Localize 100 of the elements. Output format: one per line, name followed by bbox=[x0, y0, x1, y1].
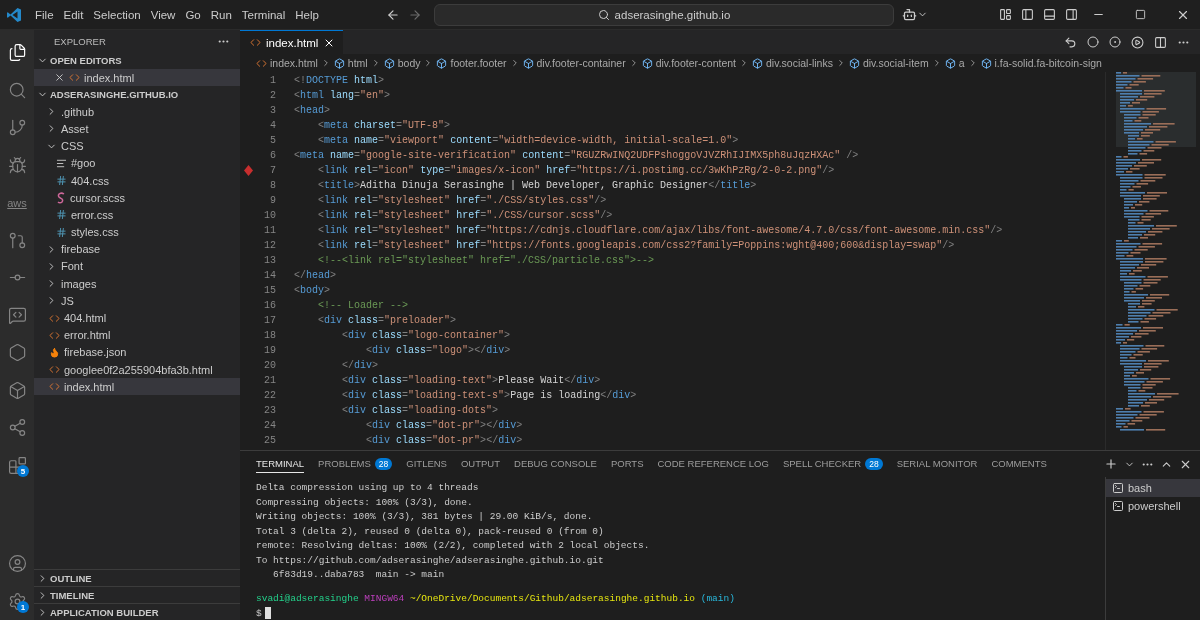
panel-tab[interactable]: GITLENS bbox=[406, 455, 447, 473]
line-number: 6 bbox=[269, 150, 276, 161]
code-line: <link rel="stylesheet" href="./CSS/styles.css"/> bbox=[317, 195, 607, 206]
explorer-entry[interactable]: 404.css bbox=[34, 171, 240, 190]
terminal-line: Compressing objects: 100% (3/3), done. bbox=[256, 495, 474, 510]
section-header[interactable]: APPLICATION BUILDER bbox=[34, 603, 240, 620]
folder-item[interactable]: firebase bbox=[34, 240, 240, 258]
code-line: </div> bbox=[341, 360, 379, 371]
folder-item[interactable]: .github bbox=[34, 103, 240, 121]
code-line: <div class="preloader"> bbox=[317, 315, 457, 326]
line-number: 4 bbox=[269, 120, 276, 131]
breadcrumb[interactable]: index.html bbox=[270, 57, 318, 69]
line-number: 23 bbox=[263, 405, 276, 416]
code-line: <link rel="icon" type="images/x-icon" href="https://i.postimg.cc/3wKhPzRg/2-0-2.png"/> bbox=[317, 165, 835, 176]
breadcrumb[interactable]: div.footer-container bbox=[536, 57, 626, 69]
explorer-entry[interactable]: googlee0f2a255904bfa3b.html bbox=[34, 361, 240, 379]
breadcrumb[interactable]: html bbox=[347, 57, 368, 69]
explorer-entry[interactable]: error.css bbox=[34, 206, 240, 224]
line-number: 15 bbox=[263, 285, 276, 296]
panel-tab[interactable]: CODE REFERENCE LOG bbox=[657, 455, 769, 473]
count-badge: 28 bbox=[374, 457, 393, 470]
code-line: <link rel="stylesheet" href="./CSS/cursor.scss"/> bbox=[317, 210, 613, 221]
line-number: 1 bbox=[269, 75, 276, 86]
panel-tab[interactable]: PROBLEMS 28 bbox=[318, 455, 393, 473]
code-line: <html lang="en"> bbox=[294, 90, 391, 101]
line-number: 20 bbox=[263, 360, 276, 371]
explorer-entry[interactable]: styles.css bbox=[34, 223, 240, 241]
line-number: 19 bbox=[263, 345, 276, 356]
terminal-session[interactable]: bash bbox=[1106, 479, 1200, 497]
line-number: 10 bbox=[263, 210, 276, 221]
explorer-entry[interactable]: error.html bbox=[34, 326, 240, 344]
menu-item[interactable]: Go bbox=[180, 8, 206, 21]
line-number: 22 bbox=[263, 390, 276, 401]
explorer-entry[interactable]: firebase.json bbox=[34, 343, 240, 361]
panel-tab[interactable]: TERMINAL bbox=[256, 455, 305, 473]
code-line: </head> bbox=[294, 270, 337, 281]
menu-item[interactable]: Help bbox=[290, 8, 324, 21]
line-number: 14 bbox=[263, 270, 276, 281]
panel-tab[interactable]: DEBUG CONSOLE bbox=[514, 455, 597, 473]
menu-item[interactable]: File bbox=[30, 8, 59, 21]
line-number: 7 bbox=[269, 165, 276, 176]
line-number: 25 bbox=[263, 435, 276, 446]
breadcrumb[interactable]: body bbox=[397, 57, 421, 69]
explorer-entry[interactable]: cursor.scss bbox=[34, 189, 240, 207]
line-number: 8 bbox=[269, 180, 276, 191]
section-header[interactable]: OUTLINE bbox=[34, 569, 240, 586]
code-line: <div class="dot-pr"></div> bbox=[365, 435, 523, 446]
breadcrumb[interactable]: div.footer-content bbox=[655, 57, 736, 69]
code-line: <link rel="stylesheet" href="https://cdnjs.cloudflare.com/ajax/libs/font-awesome/4.7.0/css/font-awesome.min.css"/> bbox=[317, 225, 1003, 236]
terminal-line: remote: Resolving deltas: 100% (2/2), completed with 2 local objects. bbox=[256, 539, 651, 553]
folder-item[interactable]: Asset bbox=[34, 120, 240, 138]
open-editor-item[interactable]: index.html bbox=[34, 69, 240, 87]
terminal-line: 6f83d19..daba783 main -> main bbox=[272, 568, 446, 582]
folder-item[interactable]: CSS bbox=[34, 137, 240, 155]
prompt-symbol: $ bbox=[256, 607, 262, 619]
breadcrumb[interactable]: footer.footer bbox=[450, 57, 507, 69]
explorer-entry[interactable]: #goo bbox=[34, 154, 240, 172]
breadcrumb[interactable]: div.social-item bbox=[862, 57, 929, 69]
menu-item[interactable]: Selection bbox=[88, 8, 146, 21]
code-line: <head> bbox=[294, 105, 331, 116]
folder-item[interactable]: images bbox=[34, 275, 240, 293]
code-line: <div class="logo-container"> bbox=[341, 330, 511, 341]
explorer-entry[interactable]: index.html bbox=[34, 378, 240, 396]
section-header[interactable]: ADSERASINGHE.GITHUB.IO bbox=[34, 86, 240, 104]
menu-item[interactable]: Terminal bbox=[236, 8, 291, 21]
folder-item[interactable]: JS bbox=[34, 292, 240, 310]
line-number: 3 bbox=[269, 105, 276, 116]
panel-tab[interactable]: OUTPUT bbox=[460, 455, 501, 473]
code-line: <title>Aditha Dinuja Serasinghe | Web Developer, Graphic Designer</title> bbox=[317, 180, 757, 191]
breadcrumb[interactable]: a bbox=[958, 57, 965, 69]
count-badge: 1 bbox=[17, 601, 29, 613]
line-number: 12 bbox=[263, 240, 276, 251]
code-line: <meta charset="UTF-8"> bbox=[317, 120, 451, 131]
menu-item[interactable]: Run bbox=[205, 8, 237, 21]
panel-tab[interactable]: PORTS bbox=[610, 455, 644, 473]
menu-item[interactable]: Edit bbox=[58, 8, 89, 21]
folder-item[interactable]: Font bbox=[34, 257, 240, 276]
code-line: <div class="logo"></div> bbox=[365, 345, 511, 356]
breadcrumb[interactable]: i.fa-solid.fa-bitcoin-sign bbox=[994, 57, 1102, 69]
panel-tab[interactable]: SPELL CHECKER 28 bbox=[782, 455, 883, 473]
explorer-entry[interactable]: 404.html bbox=[34, 309, 240, 327]
code-line: <link rel="stylesheet" href="https://fonts.googleapis.com/css2?family=Poppins:wght@400;600&display=swap"/> bbox=[317, 240, 955, 251]
panel-tab[interactable]: COMMENTS bbox=[991, 455, 1047, 473]
editor-tab[interactable]: index.html bbox=[240, 30, 344, 54]
line-number: 11 bbox=[263, 225, 276, 236]
panel-tab[interactable]: SERIAL MONITOR bbox=[896, 455, 978, 473]
line-number: 5 bbox=[269, 135, 276, 146]
count-badge: 5 bbox=[17, 465, 29, 477]
terminal-line: To https://github.com/adserasinghe/adserasinghe.github.io.git bbox=[256, 553, 605, 568]
section-header[interactable]: OPEN EDITORS bbox=[34, 52, 240, 69]
line-number: 2 bbox=[269, 90, 276, 101]
menu-item[interactable]: View bbox=[145, 8, 181, 21]
terminal-line: Delta compression using up to 4 threads bbox=[256, 481, 480, 495]
section-header[interactable]: TIMELINE bbox=[34, 586, 240, 603]
search-field[interactable]: adserasinghe.github.io bbox=[433, 3, 894, 26]
terminal-session[interactable]: powershell bbox=[1106, 497, 1200, 515]
aws-logo[interactable]: aws bbox=[7, 196, 27, 209]
code-line: <!--<link rel="stylesheet" href="./CSS/particle.css">--> bbox=[317, 255, 655, 266]
line-number: 9 bbox=[269, 195, 276, 206]
breadcrumb[interactable]: div.social-links bbox=[766, 57, 833, 69]
